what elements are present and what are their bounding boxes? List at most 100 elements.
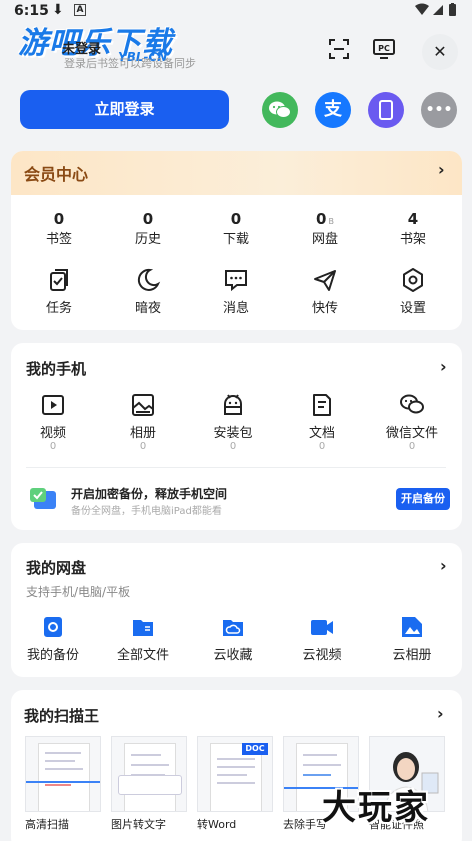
- text-line: [131, 754, 161, 756]
- my-phone-title[interactable]: 我的手机: [26, 358, 86, 379]
- handwriting-line: [303, 774, 331, 776]
- scan-icon[interactable]: [327, 38, 351, 62]
- phone-item-label: 微信文件: [385, 426, 438, 441]
- quick-message[interactable]: 消息: [196, 267, 276, 316]
- stat-value: 0: [316, 210, 327, 228]
- quick-send[interactable]: 快传: [285, 267, 365, 316]
- pc-label: PC: [378, 44, 390, 53]
- alipay-login-button[interactable]: 支: [315, 92, 351, 128]
- my-phone-chevron-icon[interactable]: ›: [440, 357, 447, 376]
- stat-downloads[interactable]: 0 下载: [196, 210, 276, 247]
- phone-item-label: 相册: [129, 426, 156, 441]
- ocr-result-box: [118, 775, 182, 795]
- more-login-button[interactable]: •••: [421, 92, 457, 128]
- stat-label: 历史: [134, 232, 161, 247]
- phone-item-count: 0: [49, 441, 57, 452]
- text-line: [45, 760, 75, 762]
- stat-cloud[interactable]: 0B 网盘: [285, 210, 365, 247]
- send-icon: [314, 270, 336, 291]
- status-indicators: [414, 3, 460, 20]
- status-time: 6:15: [14, 3, 49, 19]
- stat-label: 书架: [399, 232, 426, 247]
- stat-value: 4: [407, 210, 419, 228]
- phone-item-count: 0: [139, 441, 147, 452]
- document-thumbnail: [38, 743, 90, 811]
- cloud-item-backup[interactable]: 我的备份: [13, 614, 93, 663]
- login-button[interactable]: 立即登录: [20, 90, 229, 129]
- backup-title: 开启加密备份，释放手机空间: [71, 487, 228, 501]
- phone-item-video[interactable]: 视频 0: [13, 392, 93, 452]
- stat-label: 下载: [222, 232, 249, 247]
- stat-bookmarks[interactable]: 0 书签: [19, 210, 99, 247]
- more-icon: •••: [425, 102, 453, 118]
- backup-desc: 备份全网盘，手机电脑iPad都能看: [71, 506, 222, 517]
- my-cloud-chevron-icon[interactable]: ›: [440, 556, 447, 575]
- scan-label: 高清扫描: [25, 818, 69, 831]
- quick-night[interactable]: 暗夜: [108, 267, 188, 316]
- scan-line: [26, 781, 100, 783]
- cloud-item-cloud-video[interactable]: 云视频: [282, 614, 362, 663]
- phone-login-button[interactable]: [368, 92, 404, 128]
- scanner-title[interactable]: 我的扫描王: [24, 705, 99, 726]
- text-line: [217, 774, 247, 776]
- stat-value: 0: [142, 210, 154, 228]
- stat-label: 网盘: [311, 232, 338, 247]
- cloud-item-cloud-collect[interactable]: 云收藏: [193, 614, 273, 663]
- quick-task[interactable]: 任务: [19, 267, 99, 316]
- text-line: [303, 764, 341, 766]
- quick-label: 任务: [45, 301, 72, 316]
- phone-icon: [379, 100, 393, 120]
- cloud-item-cloud-album[interactable]: 云相册: [372, 614, 452, 663]
- my-cloud-title[interactable]: 我的网盘: [26, 557, 86, 578]
- scan-label: 转Word: [197, 818, 237, 831]
- scan-label: 图片转文字: [111, 818, 166, 831]
- pc-button[interactable]: PC: [372, 38, 396, 62]
- cloud-item-all-files[interactable]: 全部文件: [103, 614, 183, 663]
- quick-label: 快传: [311, 301, 338, 316]
- enable-backup-button[interactable]: 开启备份: [396, 488, 450, 510]
- scan-thumb-word[interactable]: DOC: [197, 736, 273, 812]
- text-line: [131, 764, 169, 766]
- scan-icon: [329, 39, 349, 59]
- vip-chevron-icon: ›: [438, 160, 445, 179]
- text-line: [217, 782, 255, 784]
- stat-value: 0: [53, 210, 65, 228]
- watermark-text: 大玩家: [322, 788, 430, 828]
- phone-item-label: 安装包: [213, 426, 253, 441]
- phone-item-wechat-files[interactable]: 微信文件 0: [372, 392, 452, 452]
- scanner-chevron-icon[interactable]: ›: [437, 704, 444, 723]
- wechat-login-button[interactable]: [262, 92, 298, 128]
- alipay-icon: 支: [324, 99, 342, 120]
- scan-label: 去除手写: [283, 818, 327, 831]
- quick-label: 暗夜: [134, 301, 161, 316]
- stat-bookshelf[interactable]: 4 书架: [373, 210, 453, 247]
- cloud-item-label: 我的备份: [26, 648, 79, 663]
- text-line: [217, 758, 255, 760]
- stat-value: 0: [230, 210, 242, 228]
- message-icon: [225, 270, 247, 292]
- scan-thumb-ocr[interactable]: [111, 736, 187, 812]
- login-hint: 登录后书签可以跨设备同步: [64, 57, 196, 70]
- wechat-icon: [269, 101, 291, 118]
- scan-thumb-hd[interactable]: [25, 736, 101, 812]
- backup-icon: [44, 617, 62, 637]
- stat-history[interactable]: 0 历史: [108, 210, 188, 247]
- cloud-video-icon: [311, 620, 333, 635]
- cloud-item-label: 云相册: [392, 648, 432, 663]
- quick-settings[interactable]: 设置: [373, 267, 453, 316]
- phone-item-apk[interactable]: 安装包 0: [193, 392, 273, 452]
- video-icon: [42, 395, 64, 415]
- cloud-item-label: 云视频: [302, 648, 342, 663]
- android-icon: [224, 394, 242, 415]
- folder-icon: [133, 620, 153, 636]
- phone-item-album[interactable]: 相册 0: [103, 392, 183, 452]
- text-line: [45, 752, 81, 754]
- quick-label: 消息: [222, 301, 249, 316]
- moon-icon: [137, 268, 161, 291]
- stamp-line: [45, 784, 71, 786]
- phone-item-docs[interactable]: 文档 0: [282, 392, 362, 452]
- backup-shield-icon: [30, 488, 56, 509]
- close-button[interactable]: ✕: [422, 34, 458, 70]
- wifi-signal-battery-icon: [415, 3, 456, 16]
- album-icon: [132, 394, 154, 416]
